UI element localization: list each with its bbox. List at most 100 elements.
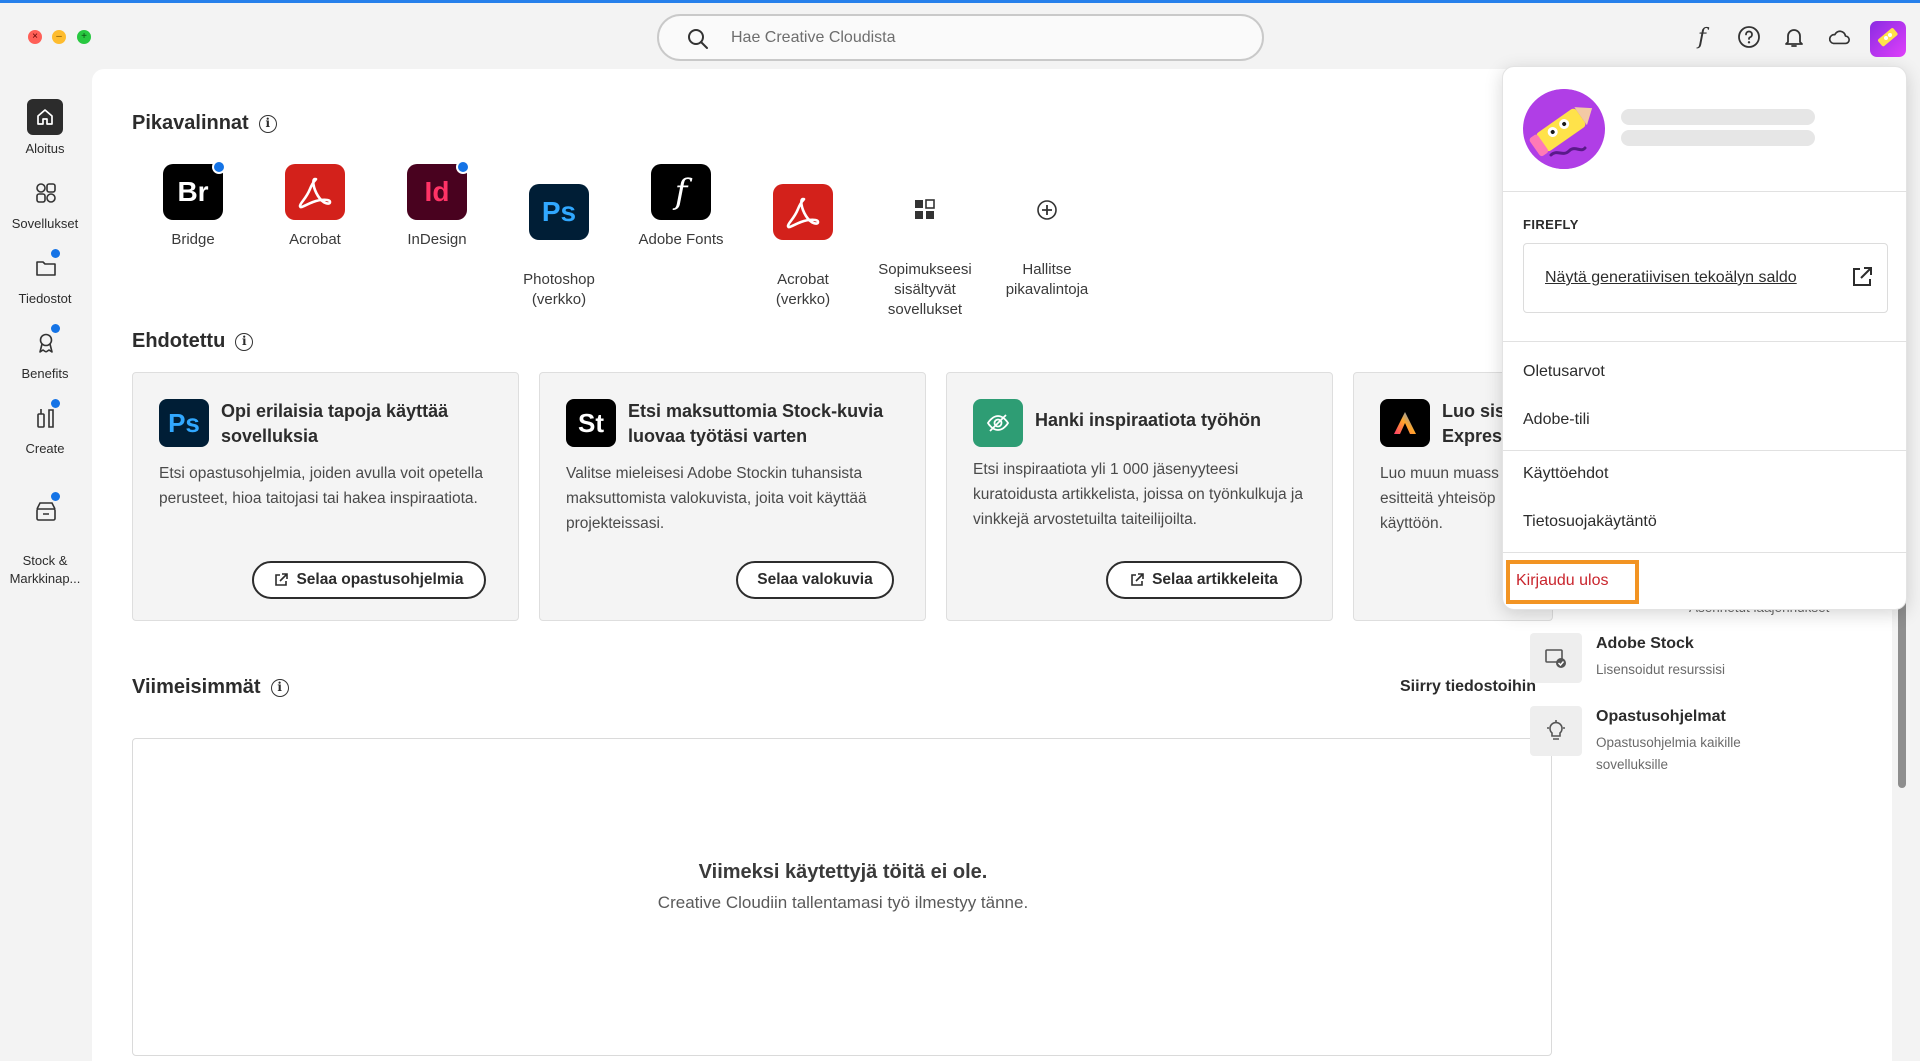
menu-item-terms-of-use[interactable]: Käyttöehdot bbox=[1523, 465, 1608, 483]
notification-dot bbox=[51, 249, 60, 258]
sidebar-item-label: Stock & Markkinap... bbox=[9, 553, 81, 586]
generative-credits-box[interactable]: Näytä generatiivisen tekoälyn saldo bbox=[1523, 243, 1888, 313]
stock-app-icon: St bbox=[566, 399, 616, 447]
menu-divider bbox=[1503, 341, 1908, 342]
acrobat-icon bbox=[285, 164, 345, 220]
acrobat-icon bbox=[773, 184, 833, 240]
profile-email-placeholder bbox=[1621, 130, 1815, 146]
browse-articles-button[interactable]: Selaa artikkeleita bbox=[1106, 561, 1302, 599]
app-shortcut-indesign[interactable]: Id InDesign bbox=[382, 160, 492, 250]
app-shortcut-manage[interactable]: Hallitse pikavalintoja bbox=[992, 164, 1102, 320]
sidebar-item-files[interactable]: Tiedostot bbox=[0, 249, 90, 306]
app-shortcut-bridge[interactable]: Br Bridge bbox=[138, 160, 248, 250]
empty-state-subtitle: Creative Cloudiin tallentamasi työ ilmes… bbox=[657, 893, 1029, 912]
profile-avatar bbox=[1523, 89, 1605, 169]
resource-desc: Lisensoidut resurssisi bbox=[1596, 662, 1726, 677]
notifications-bell-icon[interactable] bbox=[1782, 25, 1806, 49]
external-link-icon bbox=[1131, 573, 1144, 586]
app-shortcut-adobe-fonts[interactable]: f Adobe Fonts bbox=[626, 164, 736, 250]
bridge-app-icon: Br bbox=[163, 160, 226, 220]
app-shortcut-included-apps[interactable]: Sopimukseesi sisältyvät sovellukset bbox=[870, 164, 980, 340]
firefly-caption: FIREFLY bbox=[1523, 217, 1579, 232]
notification-dot bbox=[51, 399, 60, 408]
info-icon[interactable]: i bbox=[270, 679, 289, 697]
go-to-files-link[interactable]: Siirry tiedostoihin bbox=[1400, 678, 1536, 696]
sidebar-item-create[interactable]: Create bbox=[0, 399, 90, 456]
apps-icon bbox=[27, 174, 63, 210]
folder-icon bbox=[27, 249, 63, 285]
sidebar-item-label: Tiedostot bbox=[18, 291, 72, 306]
pencil-avatar-icon bbox=[1878, 28, 1898, 47]
empty-state-title: Viimeksi käytettyjä töitä ei ole. bbox=[698, 861, 988, 883]
app-shortcut-acrobat[interactable]: Acrobat bbox=[260, 164, 370, 250]
resource-title: Opastusohjelmat bbox=[1596, 708, 1726, 725]
help-icon[interactable] bbox=[1737, 25, 1761, 49]
resource-desc: Opastusohjelmia kaikille sovelluksille bbox=[1596, 735, 1741, 772]
window-maximize-button[interactable]: + bbox=[77, 30, 91, 44]
browse-photos-button[interactable]: Selaa valokuvia bbox=[736, 561, 894, 599]
card-title: Etsi maksuttomia Stock-kuvia luovaa työt… bbox=[628, 401, 884, 446]
cloud-sync-icon[interactable] bbox=[1827, 25, 1851, 49]
account-avatar-button[interactable] bbox=[1870, 21, 1906, 57]
window-minimize-button[interactable]: – bbox=[52, 30, 66, 44]
quick-links-title: Pikavalinnat bbox=[132, 112, 249, 134]
left-sidebar: Aloitus Sovellukset Tiedostot Benefits C… bbox=[0, 69, 90, 1061]
indesign-app-icon: Id bbox=[407, 160, 470, 220]
sidebar-item-home[interactable]: Aloitus bbox=[0, 99, 90, 156]
inspiration-icon bbox=[973, 399, 1023, 447]
menu-divider bbox=[1503, 191, 1908, 192]
app-label: Sopimukseesi sisältyvät sovellukset bbox=[878, 261, 972, 318]
adobe-fonts-app-icon: f bbox=[651, 164, 711, 220]
sign-out-button[interactable]: Kirjaudu ulos bbox=[1516, 572, 1609, 590]
card-body: Etsi inspiraatiota yli 1 000 jäsenyytees… bbox=[973, 461, 1303, 528]
external-link-icon bbox=[275, 573, 289, 586]
update-dot bbox=[456, 160, 470, 174]
suggestion-card-inspiration: Hanki inspiraatiota työhön Etsi inspiraa… bbox=[946, 372, 1333, 621]
app-label: Acrobat (verkko) bbox=[775, 271, 831, 308]
info-icon[interactable]: i bbox=[235, 333, 254, 351]
award-icon bbox=[27, 324, 63, 360]
account-menu-dropdown: FIREFLY Näytä generatiivisen tekoälyn sa… bbox=[1502, 66, 1908, 610]
browse-tutorials-button[interactable]: Selaa opastusohjelmia bbox=[252, 561, 486, 599]
card-title: Hanki inspiraatiota työhön bbox=[1035, 410, 1262, 430]
pencil-avatar-icon bbox=[1524, 89, 1604, 169]
window-close-button[interactable]: × bbox=[28, 30, 42, 44]
app-shortcut-photoshop-web[interactable]: Ps Photoshop (verkko) bbox=[504, 164, 614, 330]
menu-item-preferences[interactable]: Oletusarvot bbox=[1523, 363, 1605, 381]
suggested-heading: Ehdotettu i bbox=[132, 330, 254, 353]
sidebar-item-label: Create bbox=[25, 441, 65, 456]
create-tools-icon bbox=[27, 399, 63, 435]
menu-item-adobe-account[interactable]: Adobe-tili bbox=[1523, 411, 1590, 429]
sidebar-item-benefits[interactable]: Benefits bbox=[0, 324, 90, 381]
suggested-title: Ehdotettu bbox=[132, 330, 226, 352]
app-label: Photoshop (verkko) bbox=[523, 271, 595, 308]
menu-divider bbox=[1503, 552, 1908, 553]
app-label: Bridge bbox=[171, 231, 215, 248]
external-link-icon bbox=[1853, 267, 1872, 286]
app-label: Hallitse pikavalintoja bbox=[1005, 261, 1089, 298]
grid-icon bbox=[895, 184, 955, 236]
app-shortcut-acrobat-web[interactable]: Acrobat (verkko) bbox=[748, 164, 858, 330]
recent-title: Viimeisimmät bbox=[132, 676, 261, 698]
photoshop-app-icon: Ps bbox=[529, 184, 589, 240]
sidebar-item-label: Sovellukset bbox=[11, 216, 79, 231]
adobe-fonts-icon[interactable]: f bbox=[1690, 25, 1714, 50]
info-icon[interactable]: i bbox=[258, 115, 277, 133]
suggestion-card-tutorials: Ps Opi erilaisia tapoja käyttää sovelluk… bbox=[132, 372, 519, 621]
card-title: Opi erilaisia tapoja käyttää sovelluksia bbox=[221, 401, 449, 446]
app-label: Acrobat bbox=[289, 231, 341, 248]
quick-links-heading: Pikavalinnat i bbox=[132, 112, 277, 135]
sidebar-item-apps[interactable]: Sovellukset bbox=[0, 174, 90, 231]
update-dot bbox=[212, 160, 226, 174]
generative-credits-link[interactable]: Näytä generatiivisen tekoälyn saldo bbox=[1545, 269, 1797, 287]
photoshop-app-icon: Ps bbox=[159, 399, 209, 447]
card-body: Etsi opastusohjelmia, joiden avulla voit… bbox=[159, 465, 483, 507]
menu-item-privacy-policy[interactable]: Tietosuojakäytäntö bbox=[1523, 513, 1657, 531]
search-icon bbox=[688, 29, 708, 49]
home-icon bbox=[27, 99, 63, 135]
search-box[interactable]: Hae Creative Cloudista bbox=[657, 14, 1264, 61]
menu-divider bbox=[1503, 450, 1908, 451]
suggestion-card-stock: St Etsi maksuttomia Stock-kuvia luovaa t… bbox=[539, 372, 926, 621]
sidebar-item-stock[interactable]: Stock & Markkinap... bbox=[0, 474, 90, 588]
lightbulb-icon bbox=[1530, 706, 1582, 756]
